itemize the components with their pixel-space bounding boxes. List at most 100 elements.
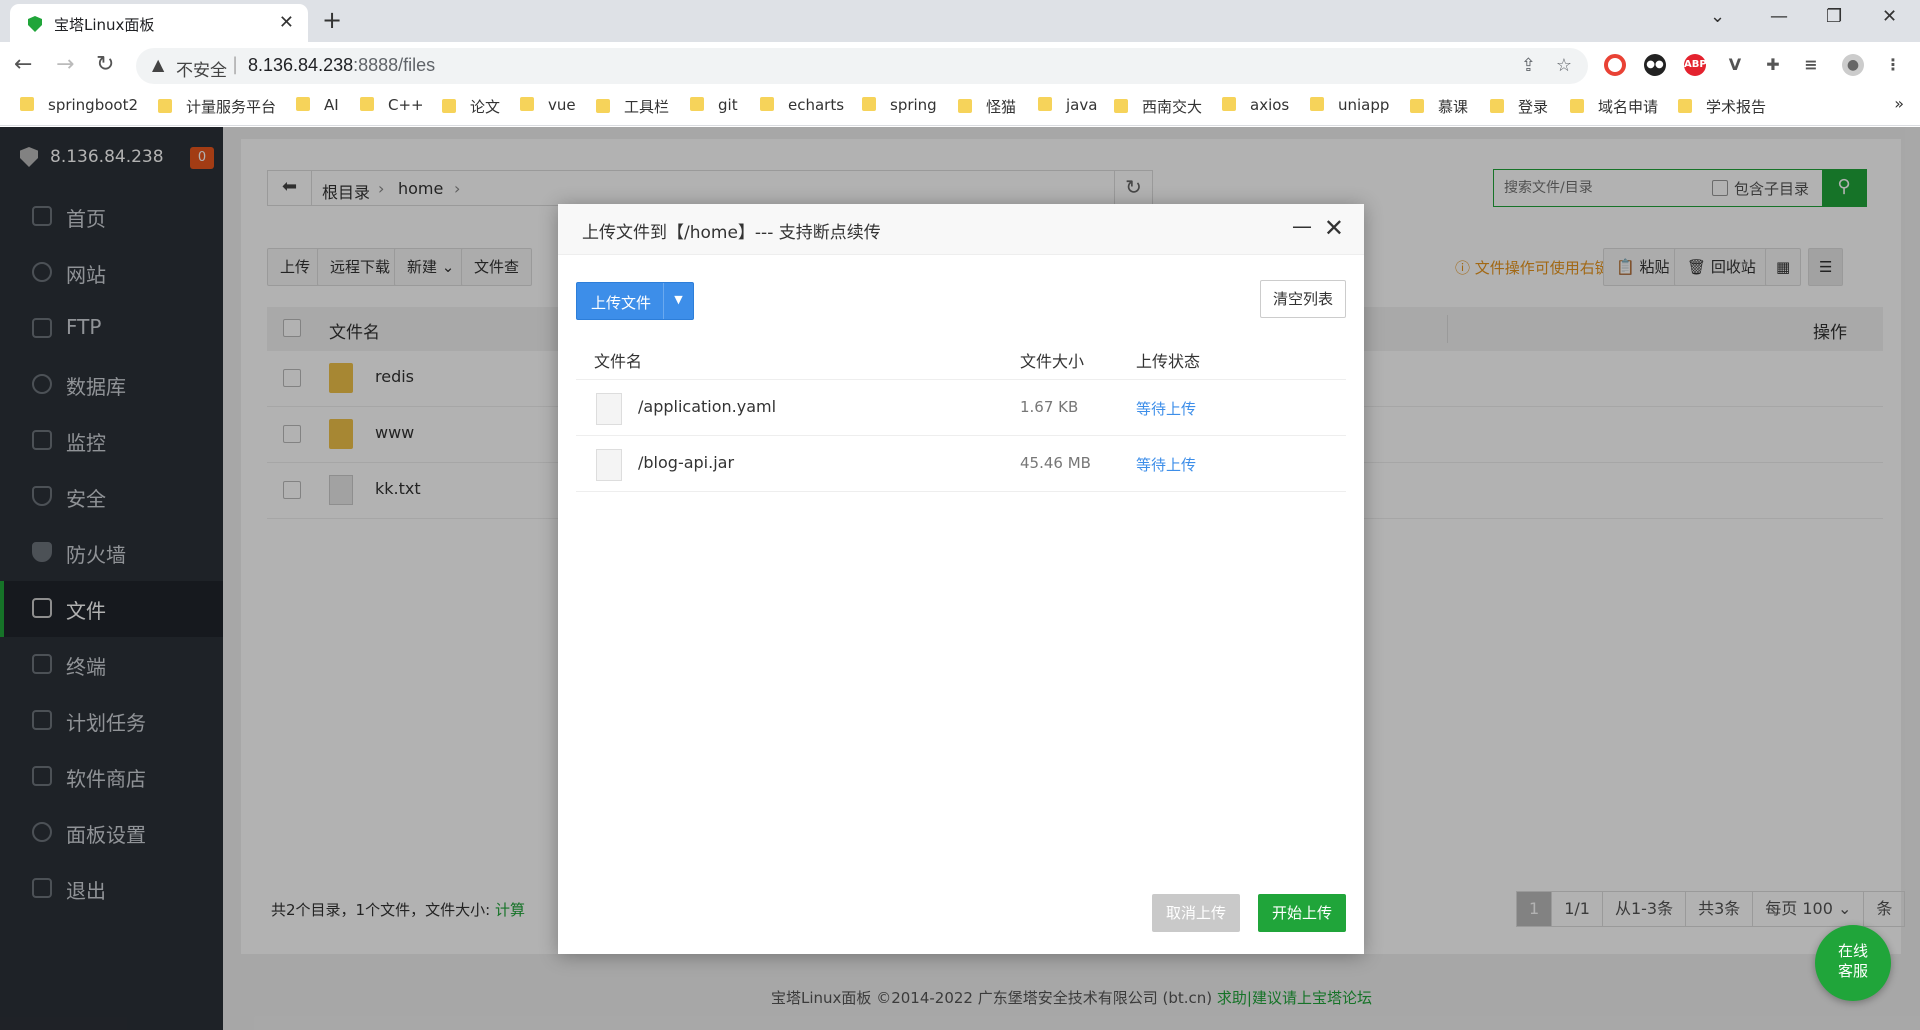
file-icon (596, 449, 622, 481)
upload-row: /blog-api.jar 45.46 MB 等待上传 (576, 436, 1346, 492)
bookmark-label: 计量服务平台 (186, 98, 277, 116)
extensions-puzzle-icon[interactable]: ✚ (1762, 54, 1784, 76)
folder-icon (596, 99, 610, 113)
online-support-button[interactable]: 在线 客服 (1815, 925, 1891, 1001)
bookmark-star-icon[interactable]: ☆ (1556, 55, 1572, 76)
bookmark-label: C++ (388, 96, 424, 114)
bookmark-label: 慕课 (1438, 98, 1469, 116)
address-bar[interactable]: ▲ 不安全 | 8.136.84.238:8888/files ⇪ ☆ (136, 48, 1588, 84)
bookmark-label: spring (890, 96, 937, 114)
upload-file-name: /application.yaml (638, 397, 777, 416)
browser-tab[interactable]: 宝塔Linux面板 ✕ (10, 4, 308, 42)
bookmark-folder[interactable]: 学术报告 (1678, 96, 1766, 117)
bookmark-label: 学术报告 (1706, 98, 1767, 116)
folder-icon (296, 97, 310, 111)
tab-search-icon[interactable]: ⌄ (1710, 6, 1725, 27)
tab-title: 宝塔Linux面板 (54, 16, 155, 34)
close-icon[interactable]: ✕ (1324, 214, 1344, 242)
extension-game-icon[interactable]: ●● (1644, 54, 1666, 76)
folder-icon (520, 97, 534, 111)
bookmark-label: AI (324, 96, 339, 114)
bookmark-folder[interactable]: 登录 (1490, 96, 1548, 117)
support-line1: 在线 (1837, 942, 1868, 960)
start-upload-button[interactable]: 开始上传 (1258, 894, 1347, 932)
browser-toolbar: ← → ↻ ▲ 不安全 | 8.136.84.238:8888/files ⇪ … (0, 42, 1920, 88)
folder-icon (158, 99, 172, 113)
folder-icon (1222, 97, 1236, 111)
bookmark-folder[interactable]: echarts (760, 96, 844, 114)
bookmark-folder[interactable]: java (1038, 96, 1097, 114)
upload-file-button[interactable]: 上传文件 ▼ (576, 282, 694, 320)
folder-icon (1310, 97, 1324, 111)
back-icon[interactable]: ← (14, 52, 32, 77)
file-icon (596, 393, 622, 425)
adblock-icon[interactable]: ABP (1684, 54, 1707, 76)
bookmark-label: 工具栏 (624, 98, 670, 116)
bookmark-folder[interactable]: 怪猫 (958, 96, 1016, 117)
bookmark-label: git (718, 96, 738, 114)
bookmark-folder[interactable]: 域名申请 (1570, 96, 1658, 117)
upload-dialog: 上传文件到【/home】--- 支持断点续传 — ✕ 上传文件 ▼ 清空列表 文… (558, 204, 1364, 954)
bookmark-folder[interactable]: vue (520, 96, 576, 114)
folder-icon (1490, 99, 1504, 113)
reload-icon[interactable]: ↻ (96, 52, 114, 77)
folder-icon (690, 97, 704, 111)
bookmark-label: java (1066, 96, 1098, 114)
extension-circle-icon[interactable] (1604, 54, 1626, 76)
caret-down-icon[interactable]: ▼ (663, 283, 693, 319)
cancel-upload-button[interactable]: 取消上传 (1152, 894, 1241, 932)
upload-file-label: 上传文件 (591, 294, 652, 312)
url-host: 8.136.84.238 (248, 55, 354, 75)
forward-icon[interactable]: → (56, 52, 74, 77)
bookmark-folder[interactable]: uniapp (1310, 96, 1389, 114)
bookmark-label: 域名申请 (1598, 98, 1659, 116)
bookmark-label: springboot2 (48, 96, 138, 114)
bookmark-folder[interactable]: 西南交大 (1114, 96, 1202, 117)
column-filename: 文件名 (594, 352, 643, 371)
folder-icon (1570, 99, 1584, 113)
bookmark-folder[interactable]: AI (296, 96, 339, 114)
warning-icon: ▲ (152, 55, 165, 74)
share-icon[interactable]: ⇪ (1521, 55, 1536, 76)
bookmark-folder[interactable]: springboot2 (20, 96, 138, 114)
bookmark-label: vue (548, 96, 576, 114)
bookmark-folder[interactable]: 论文 (442, 96, 500, 117)
bookmark-folder[interactable]: 慕课 (1410, 96, 1468, 117)
bookmark-folder[interactable]: C++ (360, 96, 424, 114)
folder-icon (442, 99, 456, 113)
upload-status: 等待上传 (1136, 400, 1197, 418)
bookmark-folder[interactable]: axios (1222, 96, 1289, 114)
bookmark-label: axios (1250, 96, 1290, 114)
extension-v-icon[interactable]: V (1724, 54, 1746, 76)
close-tab-icon[interactable]: ✕ (279, 12, 294, 33)
bookmarks-overflow-icon[interactable]: » (1894, 94, 1904, 113)
folder-icon (862, 97, 876, 111)
column-filesize: 文件大小 (1020, 352, 1085, 371)
minimize-icon[interactable]: — (1770, 6, 1788, 27)
support-line2: 客服 (1837, 962, 1868, 980)
bookmark-folder[interactable]: spring (862, 96, 937, 114)
bookmark-label: 论文 (470, 98, 501, 116)
dialog-title: 上传文件到【/home】--- 支持断点续传 (582, 223, 881, 243)
browser-tabstrip: 宝塔Linux面板 ✕ + ⌄ — ❐ ✕ (0, 0, 1920, 42)
minimize-icon[interactable]: — (1292, 214, 1312, 238)
restore-icon[interactable]: ❐ (1826, 6, 1842, 27)
new-tab-icon[interactable]: + (322, 6, 342, 34)
profile-avatar-icon[interactable]: ● (1842, 54, 1864, 76)
window-close-icon[interactable]: ✕ (1882, 6, 1897, 27)
url-text: 8.136.84.238:8888/files (248, 55, 435, 76)
upload-row: /application.yaml 1.67 KB 等待上传 (576, 380, 1346, 436)
folder-icon (1038, 97, 1052, 111)
bookmark-folder[interactable]: 计量服务平台 (158, 96, 276, 117)
bookmark-label: 登录 (1518, 98, 1549, 116)
bookmark-folder[interactable]: 工具栏 (596, 96, 669, 117)
insecure-label: 不安全 (176, 61, 227, 81)
dialog-header: 上传文件到【/home】--- 支持断点续传 — ✕ (558, 204, 1364, 255)
upload-file-size: 45.46 MB (1020, 454, 1091, 472)
bookmarks-bar: springboot2 计量服务平台 AI C++ 论文 vue 工具栏 git… (0, 88, 1920, 126)
reading-list-icon[interactable]: ≡ (1800, 54, 1822, 76)
bookmark-label: 怪猫 (986, 98, 1017, 116)
bookmark-folder[interactable]: git (690, 96, 738, 114)
browser-menu-icon[interactable]: ⋮ (1882, 54, 1904, 76)
clear-list-button[interactable]: 清空列表 (1259, 280, 1346, 318)
